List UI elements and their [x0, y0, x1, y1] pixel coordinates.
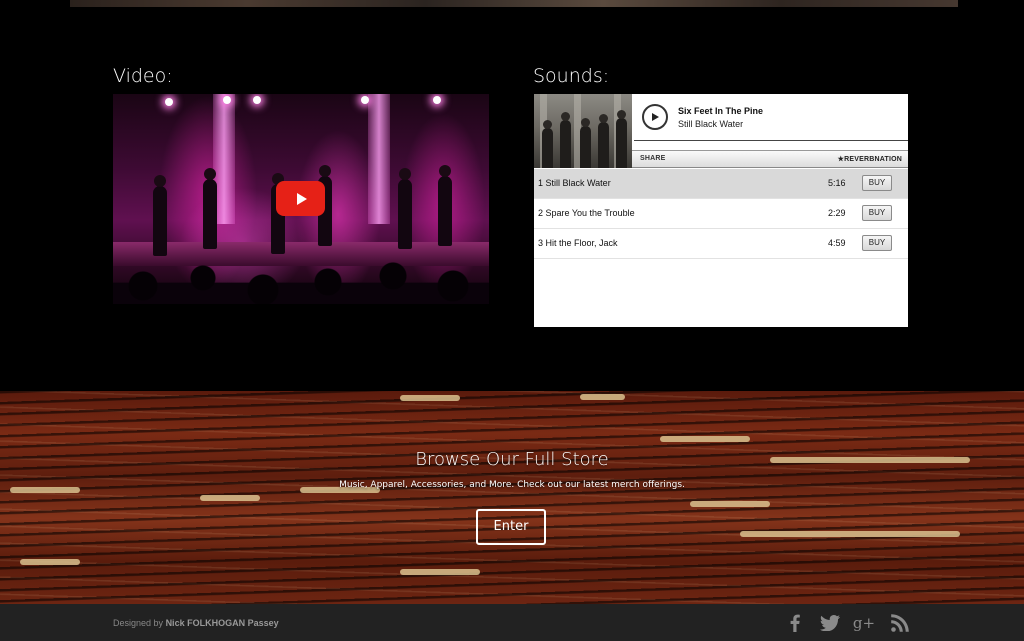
stage-light — [165, 98, 173, 106]
facebook-icon[interactable] — [785, 613, 805, 633]
buy-button[interactable]: BUY — [862, 235, 892, 251]
musician — [398, 168, 412, 249]
stage-light — [223, 96, 231, 104]
wood-texture — [660, 436, 750, 442]
player-header: Six Feet In The Pine Still Black Water S… — [534, 94, 908, 168]
musician — [203, 168, 217, 249]
musician — [438, 165, 452, 246]
google-plus-icon[interactable]: g+ — [853, 613, 875, 633]
header-image-strip — [70, 0, 958, 7]
stage-curtain — [368, 94, 390, 224]
music-player: Six Feet In The Pine Still Black Water S… — [534, 94, 908, 327]
wood-texture — [400, 395, 460, 401]
now-playing-artist: Still Black Water — [678, 119, 744, 129]
buy-button[interactable]: BUY — [862, 175, 892, 191]
stage-light — [253, 96, 261, 104]
wood-texture — [690, 501, 770, 507]
store-section: Browse Our Full Store Music, Apparel, Ac… — [0, 391, 1024, 604]
store-subtitle: Music, Apparel, Accessories, and More. C… — [339, 480, 685, 490]
stage-light — [433, 96, 441, 104]
share-button[interactable]: SHARE — [640, 155, 666, 162]
track-duration: 2:29 — [828, 208, 846, 218]
share-bar: SHARE ★REVERBNATION — [632, 150, 908, 168]
footer: Designed by Nick FOLKHOGAN Passey g+ — [0, 604, 1024, 641]
track-row[interactable]: 1 Still Black Water 5:16 BUY — [534, 169, 908, 199]
band-member — [580, 118, 591, 168]
credits-prefix: Designed by — [113, 618, 164, 628]
designer-name[interactable]: Nick FOLKHOGAN Passey — [166, 618, 279, 628]
rss-icon[interactable] — [890, 613, 910, 633]
wood-texture — [20, 559, 80, 565]
wood-texture — [200, 495, 260, 501]
reverbnation-logo[interactable]: ★REVERBNATION — [838, 155, 902, 163]
play-icon — [652, 113, 659, 121]
band-member — [616, 110, 627, 168]
youtube-play-button[interactable] — [276, 181, 325, 216]
track-name: 2 Spare You the Trouble — [538, 208, 635, 218]
band-photo — [534, 94, 632, 168]
band-member — [598, 114, 609, 168]
band-member — [560, 112, 571, 168]
player-play-button[interactable] — [642, 104, 668, 130]
track-row[interactable]: 2 Spare You the Trouble 2:29 BUY — [534, 199, 908, 229]
track-list: 1 Still Black Water 5:16 BUY 2 Spare You… — [534, 169, 908, 259]
track-name: 3 Hit the Floor, Jack — [538, 238, 618, 248]
musician — [153, 175, 167, 256]
wood-texture — [400, 569, 480, 575]
buy-button[interactable]: BUY — [862, 205, 892, 221]
store-title: Browse Our Full Store — [415, 449, 609, 470]
track-row[interactable]: 3 Hit the Floor, Jack 4:59 BUY — [534, 229, 908, 259]
track-duration: 4:59 — [828, 238, 846, 248]
audience-silhouettes — [113, 256, 489, 304]
divider — [634, 140, 908, 141]
wood-texture — [740, 531, 960, 537]
stage-light — [361, 96, 369, 104]
band-member — [542, 120, 553, 168]
video-embed[interactable] — [113, 94, 489, 304]
footer-credits: Designed by Nick FOLKHOGAN Passey — [113, 618, 279, 628]
sounds-heading: Sounds: — [533, 65, 610, 87]
video-heading: Video: — [113, 65, 173, 87]
play-icon — [296, 192, 307, 205]
enter-store-button[interactable]: Enter — [476, 509, 546, 545]
track-name: 1 Still Black Water — [538, 178, 611, 188]
wood-texture — [580, 394, 625, 400]
twitter-icon[interactable] — [820, 613, 840, 633]
track-duration: 5:16 — [828, 178, 846, 188]
now-playing-title: Six Feet In The Pine — [678, 106, 764, 116]
